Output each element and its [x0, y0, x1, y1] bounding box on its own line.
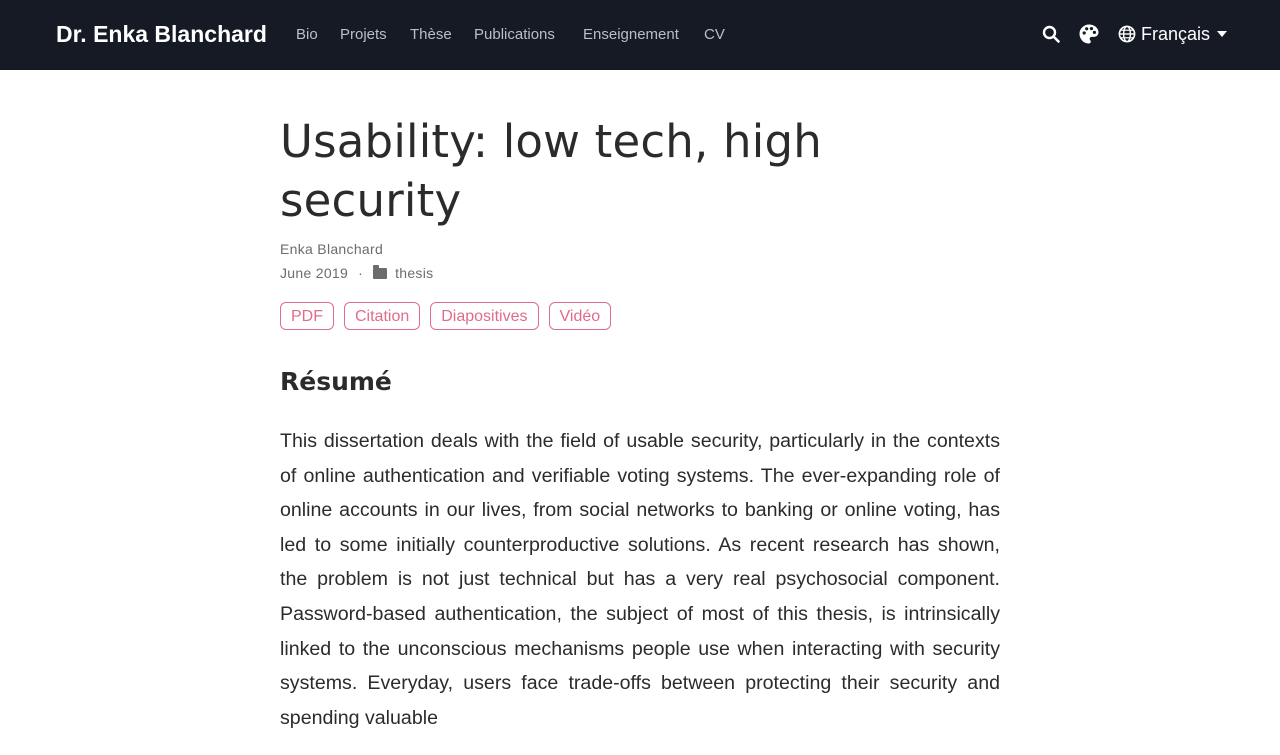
page-title: Usability: low tech, high security — [280, 115, 822, 227]
nav-link-these[interactable]: Thèse — [410, 24, 452, 46]
nav-link-publications[interactable]: Publications — [474, 24, 555, 46]
article-authors: Enka Blanchard — [280, 240, 1002, 258]
slides-button[interactable]: Diapositives — [430, 302, 539, 330]
chevron-down-icon — [1217, 31, 1228, 37]
abstract-text: This dissertation deals with the field o… — [280, 430, 1000, 729]
top-navbar: Dr. Enka Blanchard Bio Projets Thèse Pub… — [0, 0, 1280, 70]
language-label: Français — [1141, 23, 1211, 44]
search-icon — [1042, 25, 1060, 43]
resource-buttons: PDF Citation Diapositives Vidéo — [280, 302, 1002, 330]
category-link[interactable]: thesis — [395, 264, 433, 282]
nav-link-enseignement[interactable]: Enseignement — [583, 24, 679, 46]
folder-icon — [373, 264, 388, 279]
meta-separator: · — [358, 265, 364, 281]
citation-button[interactable]: Citation — [344, 302, 421, 330]
article-metadata: June 2019 · thesis — [280, 264, 1002, 282]
theme-toggle-button[interactable] — [1076, 20, 1102, 48]
article: Usability: low tech, high security Enka … — [280, 112, 1002, 755]
globe-icon — [1118, 25, 1136, 43]
pdf-button[interactable]: PDF — [280, 302, 334, 330]
left-sidebar — [0, 92, 252, 720]
publication-date: June 2019 — [280, 265, 349, 281]
language-selector[interactable]: Français — [1118, 22, 1228, 46]
author-link[interactable]: Enka Blanchard — [280, 241, 383, 257]
nav-link-cv[interactable]: CV — [704, 24, 725, 46]
search-button[interactable] — [1040, 20, 1062, 48]
nav-link-bio[interactable]: Bio — [296, 24, 318, 46]
palette-icon — [1079, 24, 1099, 44]
site-brand-link[interactable]: Dr. Enka Blanchard — [56, 19, 267, 49]
abstract-heading: Résumé — [280, 367, 392, 396]
video-button[interactable]: Vidéo — [548, 302, 612, 330]
nav-link-projets[interactable]: Projets — [340, 24, 387, 46]
